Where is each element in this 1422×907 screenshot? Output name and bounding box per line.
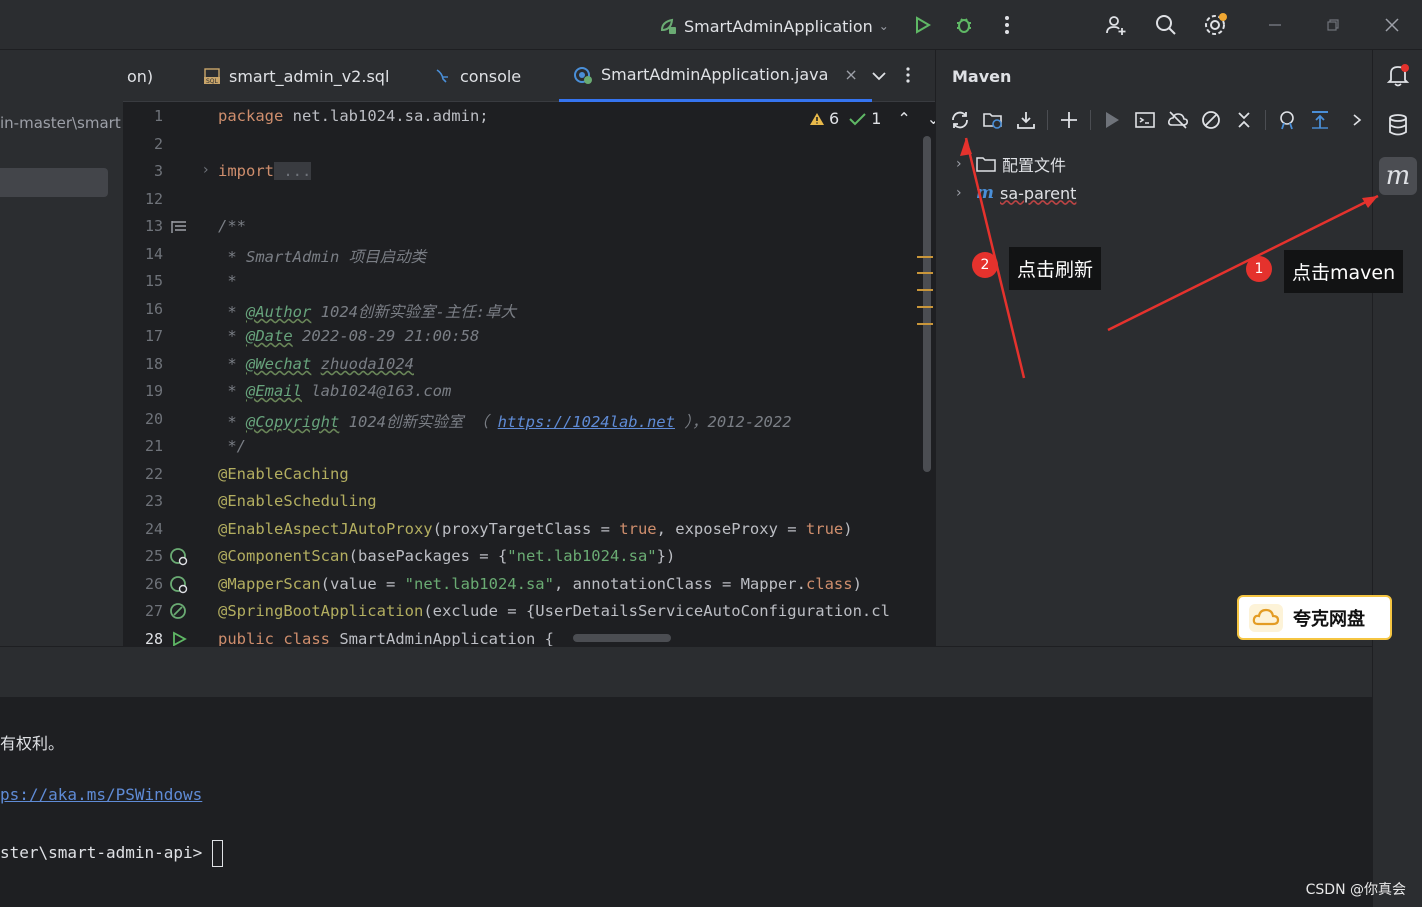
quark-cloud-widget[interactable]: 夸克网盘 bbox=[1237, 595, 1392, 640]
arrowhead bbox=[960, 138, 972, 156]
quark-label: 夸克网盘 bbox=[1293, 608, 1365, 630]
step-badge-2: 2 bbox=[972, 252, 998, 278]
step-callout-1: 点击maven bbox=[1284, 250, 1404, 293]
step-callout-2: 点击刷新 bbox=[1009, 247, 1102, 290]
cloud-icon bbox=[1249, 603, 1283, 632]
step-badge-1: 1 bbox=[1246, 256, 1272, 282]
arrowhead bbox=[1362, 196, 1378, 208]
watermark: CSDN @你真会 bbox=[1305, 882, 1406, 898]
annotation-arrows bbox=[960, 137, 1379, 379]
